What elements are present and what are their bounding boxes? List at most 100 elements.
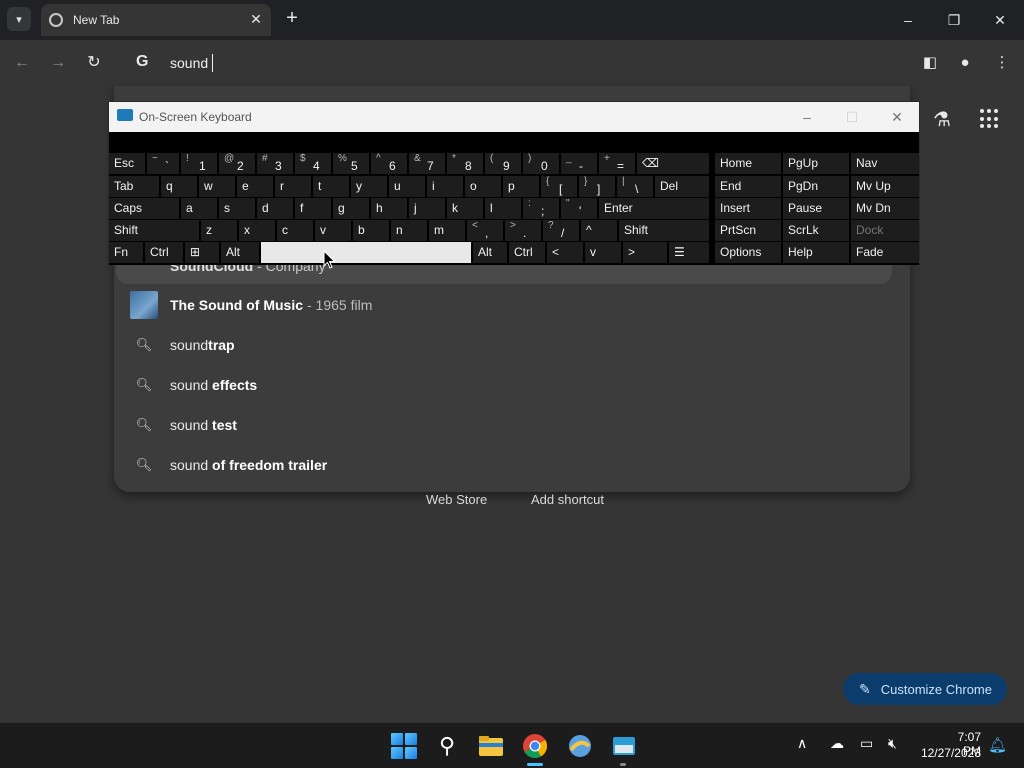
osk-key[interactable]: e <box>237 176 273 197</box>
tray-chevron-up-icon[interactable]: ∧ <box>797 735 807 752</box>
osk-key[interactable]: $4 <box>295 153 331 174</box>
osk-key[interactable]: q <box>161 176 197 197</box>
osk-key[interactable]: j <box>409 198 445 219</box>
osk-key[interactable]: ) 0 <box>523 153 559 174</box>
osk-key[interactable]: o <box>465 176 501 197</box>
clock-date[interactable]: 12/27/2023 <box>919 746 981 760</box>
osk-key[interactable]: ^ <box>581 220 617 241</box>
osk-key[interactable]: ~ ` <box>147 153 179 174</box>
osk-key[interactable]: n <box>391 220 427 241</box>
osk-taskbar-icon[interactable] <box>610 732 638 760</box>
osk-key[interactable]: m <box>429 220 465 241</box>
osk-key[interactable]: & 7 <box>409 153 445 174</box>
osk-key[interactable]: {[ <box>541 176 577 197</box>
osk-key[interactable]: Fn <box>109 242 143 263</box>
osk-key[interactable]: ☰ <box>669 242 709 263</box>
suggestion-item[interactable]: 🔍︎ sound of freedom trailer <box>130 445 870 485</box>
suggestion-item[interactable]: The Sound of Music - 1965 film <box>130 285 870 325</box>
osk-nav-key[interactable]: Home <box>715 153 781 174</box>
volume-muted-icon[interactable]: 🔇︎ <box>888 735 897 752</box>
osk-key[interactable]: " ' <box>561 198 597 219</box>
osk-key[interactable]: f <box>295 198 331 219</box>
forward-icon[interactable]: → <box>48 53 68 73</box>
osk-key[interactable]: Enter <box>599 198 709 219</box>
osk-key[interactable]: * 8 <box>447 153 483 174</box>
network-icon[interactable]: ▭ <box>860 735 873 752</box>
taskbar-search-icon[interactable]: ⚲ <box>433 732 461 760</box>
suggestion-item[interactable]: 🔍︎ soundtrap <box>130 325 870 365</box>
osk-key[interactable]: :; <box>523 198 559 219</box>
osk-nav-key[interactable]: PgUp <box>783 153 849 174</box>
osk-key[interactable]: h <box>371 198 407 219</box>
osk-nav-key[interactable]: Mv Up <box>851 176 919 197</box>
osk-key[interactable]: Tab <box>109 176 159 197</box>
osk-nav-key[interactable]: Options <box>715 242 781 263</box>
osk-key[interactable]: Ctrl <box>145 242 183 263</box>
osk-key[interactable]: b <box>353 220 389 241</box>
osk-titlebar[interactable]: On-Screen Keyboard – ☐ ✕ <box>109 102 919 132</box>
close-window-icon[interactable]: ✕ <box>990 10 1010 30</box>
osk-nav-key[interactable]: Insert <box>715 198 781 219</box>
google-apps-icon[interactable] <box>980 109 1000 129</box>
chrome-icon[interactable] <box>521 732 549 760</box>
tab-new-tab[interactable]: New Tab ✕ <box>41 4 271 36</box>
osk-key[interactable]: s <box>219 198 255 219</box>
osk-minimize-icon[interactable]: – <box>797 107 817 127</box>
profile-icon[interactable]: ● <box>955 53 975 73</box>
osk-nav-key[interactable]: PgDn <box>783 176 849 197</box>
customize-chrome-button[interactable]: ✎ Customize Chrome <box>843 673 1007 705</box>
osk-key[interactable]: y <box>351 176 387 197</box>
osk-key[interactable]: ! 1 <box>181 153 217 174</box>
menu-kebab-icon[interactable]: ⋮ <box>992 53 1012 73</box>
new-tab-button[interactable]: + <box>282 8 302 29</box>
osk-key[interactable]: ^ 6 <box>371 153 407 174</box>
osk-key[interactable]: a <box>181 198 217 219</box>
osk-key[interactable]: g <box>333 198 369 219</box>
tab-search-chevron-icon[interactable]: ▾ <box>7 7 31 31</box>
shortcut-add[interactable]: Add shortcut <box>531 492 604 507</box>
suggestion-item[interactable]: 🔍︎ sound effects <box>130 365 870 405</box>
restore-icon[interactable]: ❐ <box>944 10 964 30</box>
osk-nav-key[interactable]: End <box>715 176 781 197</box>
osk-key[interactable]: <, <box>467 220 503 241</box>
osk-key[interactable]: + = <box>599 153 635 174</box>
osk-key[interactable]: d <box>257 198 293 219</box>
osk-key[interactable]: ? / <box>543 220 579 241</box>
osk-key[interactable]: Alt <box>221 242 259 263</box>
photos-app-icon[interactable] <box>566 732 594 760</box>
osk-key[interactable]: Shift <box>109 220 199 241</box>
osk-key[interactable]: Alt <box>473 242 507 263</box>
osk-key[interactable]: Del <box>655 176 709 197</box>
osk-nav-key[interactable]: ScrLk <box>783 220 849 241</box>
osk-key[interactable]: #3 <box>257 153 293 174</box>
osk-key[interactable]: r <box>275 176 311 197</box>
osk-key[interactable]: Esc <box>109 153 145 174</box>
osk-key[interactable]: l <box>485 198 521 219</box>
shortcut-web-store[interactable]: Web Store <box>426 492 487 507</box>
osk-key[interactable]: z <box>201 220 237 241</box>
osk-key[interactable]: v <box>585 242 621 263</box>
osk-key[interactable]: t <box>313 176 349 197</box>
osk-key[interactable]: w <box>199 176 235 197</box>
side-panel-icon[interactable]: ◧ <box>920 53 940 73</box>
osk-key[interactable]: Shift <box>619 220 709 241</box>
osk-key[interactable]: p <box>503 176 539 197</box>
osk-close-icon[interactable]: ✕ <box>887 107 907 127</box>
osk-nav-key[interactable]: Nav <box>851 153 919 174</box>
reload-icon[interactable]: ↻ <box>84 53 104 73</box>
osk-key-space[interactable] <box>261 242 471 263</box>
osk-key[interactable]: | \ <box>617 176 653 197</box>
minimize-icon[interactable]: – <box>898 10 918 30</box>
osk-key[interactable]: v <box>315 220 351 241</box>
notification-bell-icon[interactable]: 🔔︎ <box>988 736 1007 754</box>
osk-key[interactable]: _ - <box>561 153 597 174</box>
back-icon[interactable]: ← <box>12 53 32 73</box>
labs-flask-icon[interactable]: ⚗ <box>930 107 954 131</box>
osk-key[interactable]: i <box>427 176 463 197</box>
tab-close-icon[interactable]: ✕ <box>247 10 265 28</box>
osk-nav-key[interactable]: Mv Dn <box>851 198 919 219</box>
osk-key[interactable]: < <box>547 242 583 263</box>
osk-key[interactable]: (9 <box>485 153 521 174</box>
osk-nav-key[interactable]: Pause <box>783 198 849 219</box>
osk-nav-key[interactable]: Help <box>783 242 849 263</box>
